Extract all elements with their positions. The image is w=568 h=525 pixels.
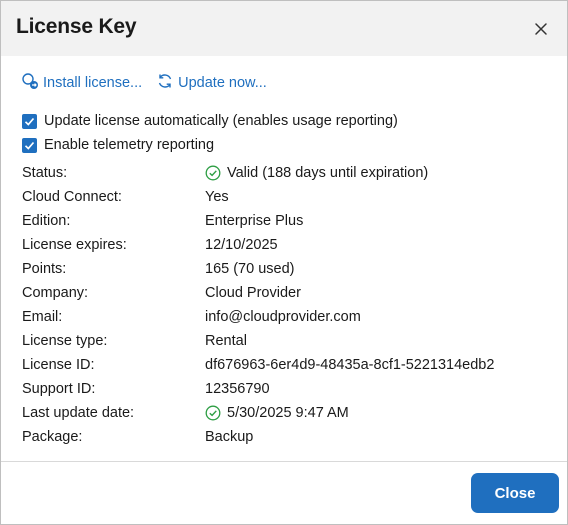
last-update-value: 5/30/2025 9:47 AM <box>227 405 349 421</box>
auto-update-label: Update license automatically (enables us… <box>44 113 398 129</box>
checkmark-icon <box>24 141 35 150</box>
property-row: Edition: Enterprise Plus <box>22 211 542 235</box>
install-license-label: Install license... <box>43 75 143 91</box>
telemetry-option: Enable telemetry reporting <box>22 136 214 154</box>
update-now-label: Update now... <box>178 75 267 91</box>
status-value: Valid (188 days until expiration) <box>227 165 429 181</box>
property-label: Package: <box>22 429 83 445</box>
property-row: Package: Backup <box>22 427 542 451</box>
property-row: License ID: df676963-6er4d9-48435a-8cf1-… <box>22 355 542 379</box>
telemetry-label: Enable telemetry reporting <box>44 137 215 153</box>
property-label: Points: <box>22 261 67 277</box>
valid-check-icon <box>205 165 221 181</box>
action-links: Install license... Update now... <box>21 73 281 93</box>
property-row: Last update date: 5/30/2025 9:47 AM <box>22 403 542 427</box>
property-value: Valid (188 days until expiration) <box>205 163 428 183</box>
property-row: Status: Valid (188 days until expiration… <box>22 163 542 187</box>
property-value: info@cloudprovider.com <box>205 309 361 325</box>
property-row: License type: Rental <box>22 331 542 355</box>
install-license-link[interactable]: Install license... <box>21 72 142 94</box>
property-value: Yes <box>205 189 229 205</box>
property-label: Status: <box>22 165 68 181</box>
update-now-link[interactable]: Update now... <box>156 72 267 94</box>
dialog-header: License Key <box>1 1 567 56</box>
property-label: License type: <box>22 333 108 349</box>
auto-update-option: Update license automatically (enables us… <box>22 112 398 130</box>
footer-divider <box>1 461 567 462</box>
property-label: Edition: <box>22 213 71 229</box>
close-icon[interactable] <box>531 19 551 39</box>
property-row: Points: 165 (70 used) <box>22 259 542 283</box>
property-label: Last update date: <box>22 405 135 421</box>
property-label: Company: <box>22 285 89 301</box>
property-value: 12356790 <box>205 381 270 397</box>
property-row: Cloud Connect: Yes <box>22 187 542 211</box>
license-key-dialog: License Key Install license... Update no… <box>0 0 568 525</box>
property-row: Support ID: 12356790 <box>22 379 542 403</box>
property-value: Backup <box>205 429 254 445</box>
property-value: 165 (70 used) <box>205 261 295 277</box>
checkmark-icon <box>24 117 35 126</box>
property-row: Company: Cloud Provider <box>22 283 542 307</box>
dialog-title: License Key <box>16 15 137 38</box>
valid-check-icon <box>205 405 221 421</box>
close-button[interactable]: Close <box>471 473 559 513</box>
install-license-icon <box>21 72 43 94</box>
license-properties: Status: Valid (188 days until expiration… <box>22 163 542 451</box>
property-row: Email: info@cloudprovider.com <box>22 307 542 331</box>
property-value: df676963-6er4d9-48435a-8cf1-5221314edb2 <box>205 357 495 373</box>
auto-update-checkbox[interactable] <box>22 113 37 129</box>
property-value: Cloud Provider <box>205 285 301 301</box>
property-label: License ID: <box>22 357 95 373</box>
property-value: Enterprise Plus <box>205 213 304 229</box>
property-label: Support ID: <box>22 381 96 397</box>
property-value: 5/30/2025 9:47 AM <box>205 403 349 423</box>
property-label: Cloud Connect: <box>22 189 122 205</box>
property-value: 12/10/2025 <box>205 237 278 253</box>
property-label: Email: <box>22 309 63 325</box>
refresh-icon <box>156 72 178 94</box>
property-label: License expires: <box>22 237 127 253</box>
telemetry-checkbox[interactable] <box>22 137 37 153</box>
property-row: License expires: 12/10/2025 <box>22 235 542 259</box>
property-value: Rental <box>205 333 247 349</box>
